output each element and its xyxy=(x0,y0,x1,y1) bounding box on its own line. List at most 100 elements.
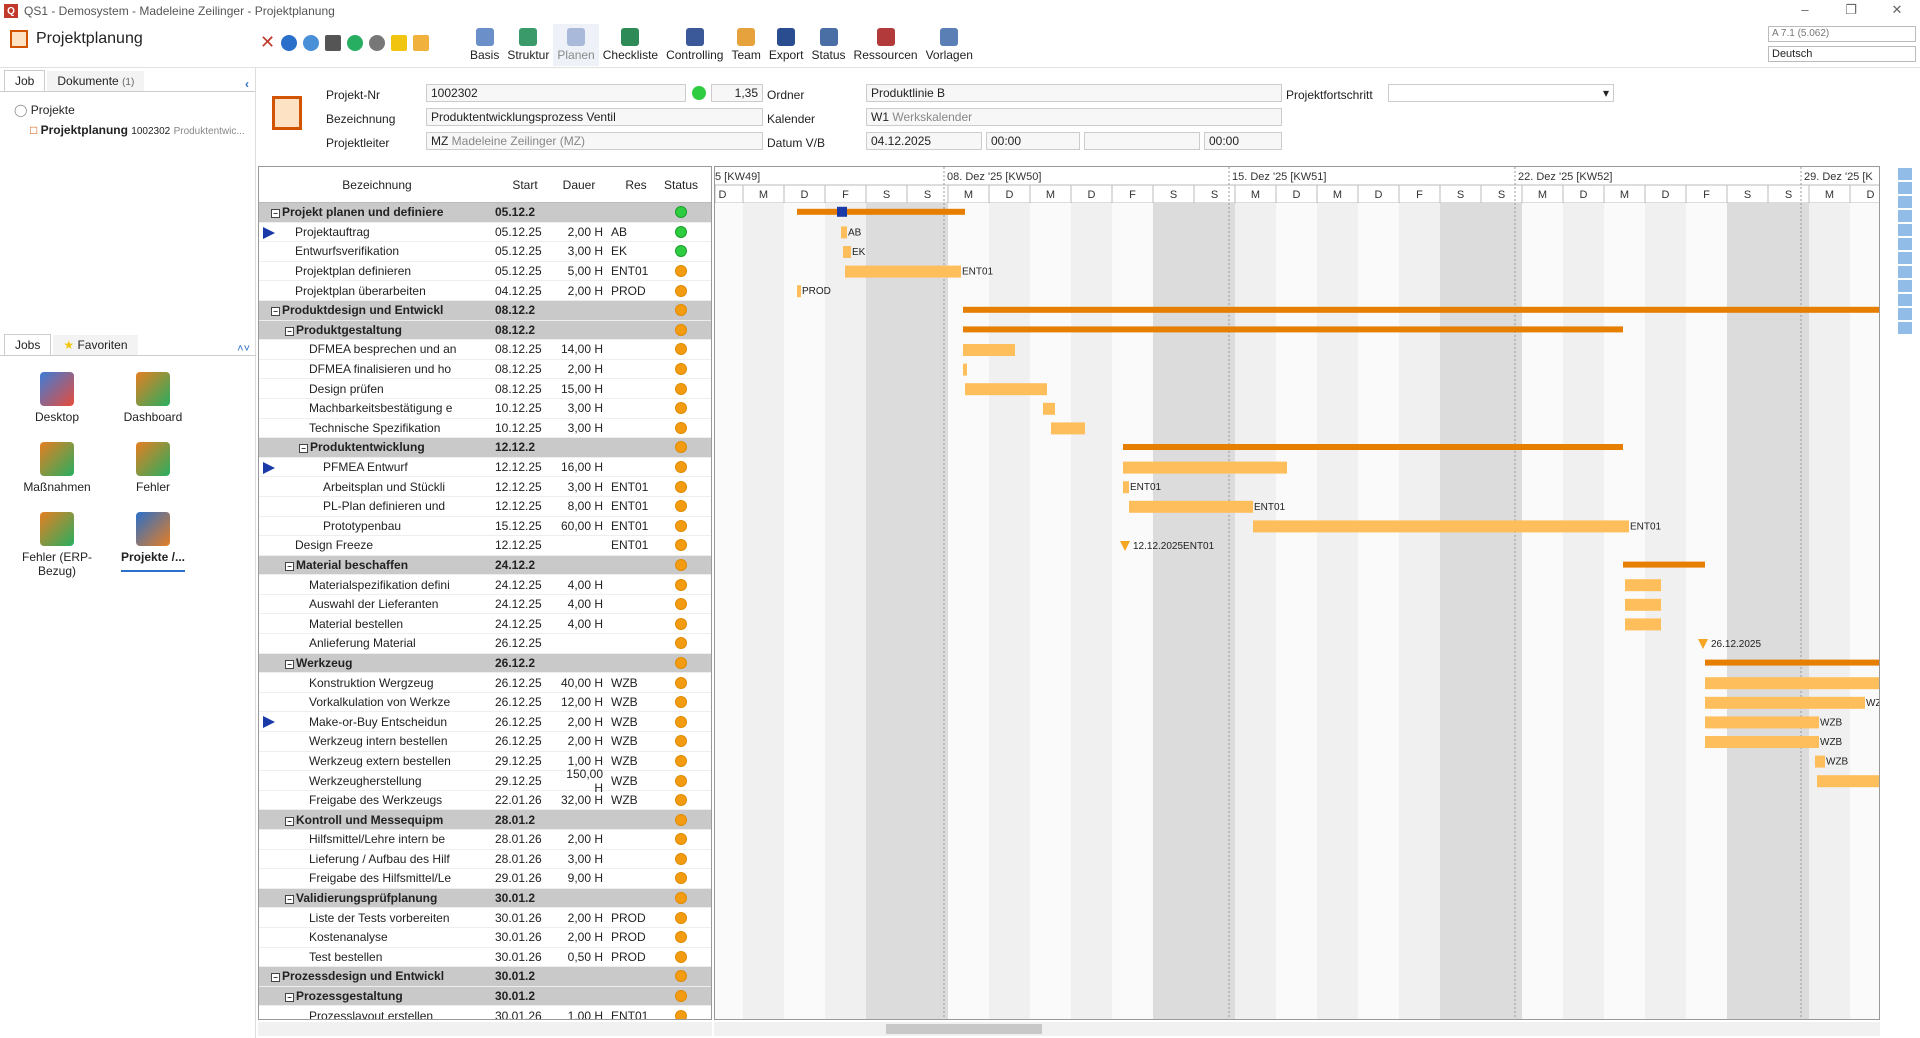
go-icon[interactable] xyxy=(692,86,706,100)
table-row[interactable]: Werkzeug intern bestellen 26.12.25 2,00 H W… xyxy=(259,732,711,752)
table-row[interactable]: Design prüfen 08.12.25 15,00 H xyxy=(259,379,711,399)
table-row[interactable]: Machbarkeitsbestätigung e 10.12.25 3,00 H xyxy=(259,399,711,419)
ribbon-button-vorlagen[interactable]: Vorlagen xyxy=(922,24,977,66)
table-row[interactable]: Freigabe des Hilfsmittel/Le 29.01.26 9,00 … xyxy=(259,869,711,889)
zoom-in-icon[interactable] xyxy=(1898,238,1912,250)
zoom-out-icon[interactable] xyxy=(1898,252,1912,264)
table-row[interactable]: Projektplan definieren 05.12.25 5,00 H ENT0… xyxy=(259,262,711,282)
table-row[interactable]: PFMEA Entwurf 12.12.25 16,00 H xyxy=(259,458,711,478)
table-row[interactable]: − Prozessgestaltung 30.01.2 xyxy=(259,986,711,1007)
table-row[interactable]: − Material beschaffen 24.12.2 xyxy=(259,555,711,576)
table-row[interactable]: Vorkalkulation von Werkze 26.12.25 12,00 H… xyxy=(259,693,711,713)
table-row[interactable]: − Validierungsprüfplanung 30.01.2 xyxy=(259,888,711,909)
table-row[interactable]: DFMEA finalisieren und ho 08.12.25 2,00 H xyxy=(259,360,711,380)
language-select[interactable]: Deutsch xyxy=(1768,46,1916,62)
datum-bis-field[interactable] xyxy=(1084,132,1200,150)
table-icon[interactable] xyxy=(1898,308,1912,320)
ribbon-button-status[interactable]: Status xyxy=(808,24,850,66)
settings-icon[interactable] xyxy=(369,34,386,51)
table-row[interactable]: Konstruktion Wergzeug 26.12.25 40,00 H WZB xyxy=(259,673,711,693)
tab-documents[interactable]: Dokumente (1) xyxy=(47,71,145,91)
collapse-icon[interactable]: − xyxy=(271,209,280,219)
add-icon[interactable] xyxy=(1898,182,1912,194)
folder-icon[interactable] xyxy=(413,34,430,51)
table-row[interactable]: − Produktentwicklung 12.12.2 xyxy=(259,438,711,458)
collapse-icon[interactable]: − xyxy=(285,659,294,669)
info-icon[interactable] xyxy=(281,34,298,51)
table-row[interactable]: Materialspezifikation defini 24.12.25 4,00… xyxy=(259,575,711,595)
collapse-icon[interactable]: − xyxy=(285,816,294,826)
link-icon[interactable] xyxy=(1898,196,1912,208)
col-header-start[interactable]: Start xyxy=(495,167,555,202)
tile-massnahmen[interactable]: Maßnahmen xyxy=(10,442,104,494)
tile-dashboard[interactable]: Dashboard xyxy=(106,372,200,424)
collapse-icon[interactable]: − xyxy=(299,444,308,454)
tile-fehler-erp[interactable]: Fehler (ERP-Bezug) xyxy=(10,512,104,578)
collapse-icon[interactable]: − xyxy=(285,993,294,1003)
tile-projekte[interactable]: Projekte /... xyxy=(106,512,200,578)
help-icon[interactable] xyxy=(303,34,320,51)
gantt-hscrollbar[interactable] xyxy=(714,1022,1880,1036)
delete-icon[interactable]: ✕ xyxy=(260,32,275,53)
table-row[interactable]: Lieferung / Aufbau des Hilf 28.01.26 3,00 … xyxy=(259,850,711,870)
tree-root[interactable]: ◯ Projekte xyxy=(14,100,255,120)
table-row[interactable]: Projektplan überarbeiten 04.12.25 2,00 H PR… xyxy=(259,281,711,301)
table-row[interactable]: Technische Spezifikation 10.12.25 3,00 H xyxy=(259,419,711,439)
time-von-field[interactable]: 00:00 xyxy=(986,132,1080,150)
table-row[interactable]: Prototypenbau 15.12.25 60,00 H ENT01 xyxy=(259,517,711,537)
ribbon-button-planen[interactable]: Planen xyxy=(553,24,599,66)
collapse-icon[interactable]: − xyxy=(285,561,294,571)
chart-icon[interactable] xyxy=(1898,280,1912,292)
table-row[interactable]: Prozesslayout erstellen 30.01.26 1,00 H ENT… xyxy=(259,1006,711,1019)
ribbon-button-controlling[interactable]: Controlling xyxy=(662,24,727,66)
col-header-dur[interactable]: Dauer xyxy=(555,167,611,202)
table-row[interactable]: Anlieferung Material 26.12.25 xyxy=(259,634,711,654)
table-row[interactable]: Projektauftrag 05.12.25 2,00 H AB xyxy=(259,223,711,243)
kalender-field[interactable]: W1 Werkskalender xyxy=(866,108,1282,126)
tab-jobs[interactable]: Jobs xyxy=(4,334,52,355)
table-row[interactable]: Werkzeugherstellung 29.12.25 150,00 H WZB xyxy=(259,767,711,795)
save-icon[interactable] xyxy=(325,34,342,51)
ribbon-button-export[interactable]: Export xyxy=(765,24,808,66)
edit-icon[interactable] xyxy=(1898,266,1912,278)
ribbon-button-ressourcen[interactable]: Ressourcen xyxy=(850,24,922,66)
grid-hscrollbar[interactable] xyxy=(258,1022,712,1036)
ribbon-button-checkliste[interactable]: Checkliste xyxy=(599,24,662,66)
table-row[interactable]: Freigabe des Werkzeugs 22.01.26 32,00 H WZB xyxy=(259,791,711,811)
export-icon[interactable] xyxy=(1898,294,1912,306)
close-window-icon[interactable]: ✕ xyxy=(1874,0,1920,22)
collapse-icon[interactable]: − xyxy=(271,973,280,983)
col-header-res[interactable]: Res xyxy=(611,167,661,202)
table-row[interactable]: Hilfsmittel/Lehre intern be 28.01.26 2,00 … xyxy=(259,830,711,850)
leiter-field[interactable]: MZ Madeleine Zeilinger (MZ) xyxy=(426,132,763,150)
tile-fehler[interactable]: Fehler xyxy=(106,442,200,494)
restore-icon[interactable]: ❐ xyxy=(1828,0,1874,22)
table-row[interactable]: Werkzeug extern bestellen 29.12.25 1,00 HW… xyxy=(259,752,711,772)
tag-dropdown-icon[interactable] xyxy=(391,34,408,51)
collapse-panel-icon[interactable]: ‹ xyxy=(245,77,249,91)
table-row[interactable]: Liste der Tests vorbereiten 30.01.26 2,00 … xyxy=(259,908,711,928)
tile-desktop[interactable]: Desktop xyxy=(10,372,104,424)
table-row[interactable]: DFMEA besprechen und an 08.12.25 14,00 H xyxy=(259,340,711,360)
datum-von-field[interactable]: 04.12.2025 xyxy=(866,132,982,150)
indent-icon[interactable] xyxy=(1898,224,1912,236)
collapse-icon[interactable]: − xyxy=(285,895,294,905)
unlink-icon[interactable] xyxy=(1898,210,1912,222)
print-icon[interactable] xyxy=(1898,322,1912,334)
ribbon-button-struktur[interactable]: Struktur xyxy=(503,24,553,66)
ribbon-button-team[interactable]: Team xyxy=(727,24,764,66)
tree-item-projektplanung[interactable]: □ Projektplanung 1002302 Produktentwic..… xyxy=(14,120,255,140)
table-row[interactable]: Design Freeze 12.12.25 ENT01 xyxy=(259,536,711,556)
table-row[interactable]: − Produktgestaltung 08.12.2 xyxy=(259,320,711,341)
fortschritt-select[interactable]: ▾ xyxy=(1388,84,1614,102)
expand-collapse-icon[interactable]: ˄˅ xyxy=(237,343,250,355)
tab-favorites[interactable]: ★ Favoriten xyxy=(53,335,138,355)
table-row[interactable]: Make-or-Buy Entscheidun 26.12.25 2,00 H WZB xyxy=(259,712,711,733)
collapse-icon[interactable]: − xyxy=(285,326,294,336)
table-row[interactable]: PL-Plan definieren und 12.12.25 8,00 H ENT0… xyxy=(259,497,711,517)
table-row[interactable]: Test bestellen 30.01.26 0,50 H PROD xyxy=(259,948,711,968)
ordner-field[interactable]: Produktlinie B xyxy=(866,84,1282,102)
tab-job[interactable]: Job xyxy=(4,70,46,91)
table-row[interactable]: Arbeitsplan und Stückli 12.12.25 3,00 H ENT… xyxy=(259,477,711,497)
table-row[interactable]: − Kontroll und Messequipm 28.01.2 xyxy=(259,810,711,830)
